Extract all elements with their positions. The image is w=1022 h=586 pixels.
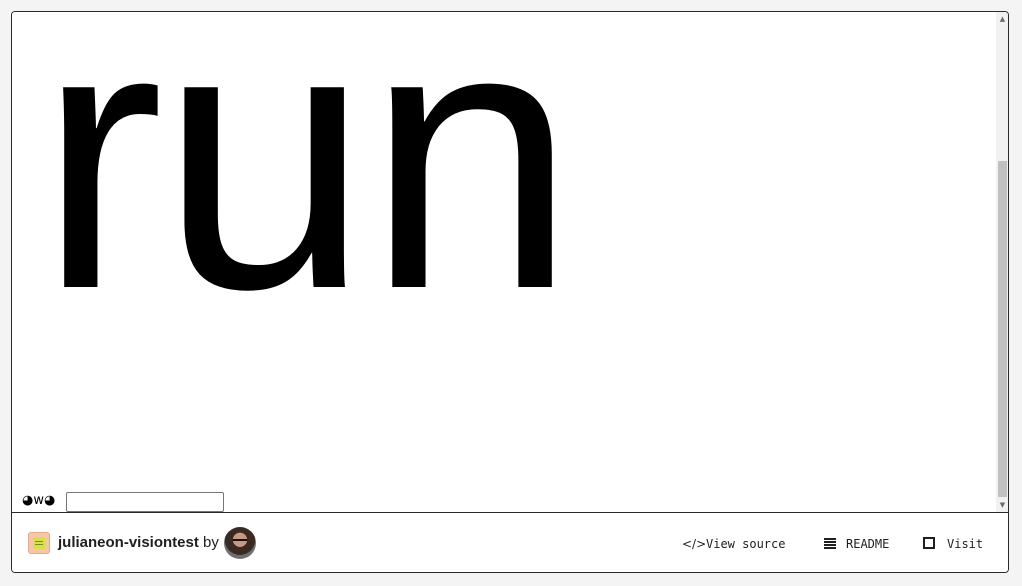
project-icon[interactable] <box>28 532 50 554</box>
user-avatar[interactable] <box>224 527 256 559</box>
vertical-scrollbar[interactable]: ▲ ▼ <box>996 12 1008 512</box>
visit-button[interactable]: Visit <box>921 535 983 553</box>
readme-button[interactable]: README <box>822 535 889 553</box>
by-label: by <box>203 534 219 551</box>
text-input[interactable] <box>66 492 224 512</box>
visit-label: Visit <box>947 537 984 551</box>
view-source-button[interactable]: </>View source <box>682 535 785 553</box>
code-icon: </> <box>682 537 707 551</box>
project-footer: julianeon-visiontest by </>View source R… <box>12 512 1008 572</box>
view-source-label: View source <box>706 537 786 551</box>
readme-label: README <box>846 537 890 551</box>
list-icon <box>824 538 836 549</box>
app-frame: run ◕w◕ ▲ ▼ julianeon-visiontest by </>V… <box>11 11 1009 573</box>
preview-pane: run ◕w◕ <box>12 12 996 512</box>
fullscreen-icon <box>923 537 935 549</box>
emoticon-label: ◕w◕ <box>22 493 56 508</box>
scroll-down-arrow-icon[interactable]: ▼ <box>996 498 1008 512</box>
scroll-up-arrow-icon[interactable]: ▲ <box>996 12 1008 26</box>
avatar-glasses <box>233 539 247 544</box>
project-name-link[interactable]: julianeon-visiontest <box>58 534 199 552</box>
scroll-thumb[interactable] <box>998 161 1007 497</box>
big-text: run <box>38 12 576 368</box>
project-icon-glyph <box>33 537 45 549</box>
